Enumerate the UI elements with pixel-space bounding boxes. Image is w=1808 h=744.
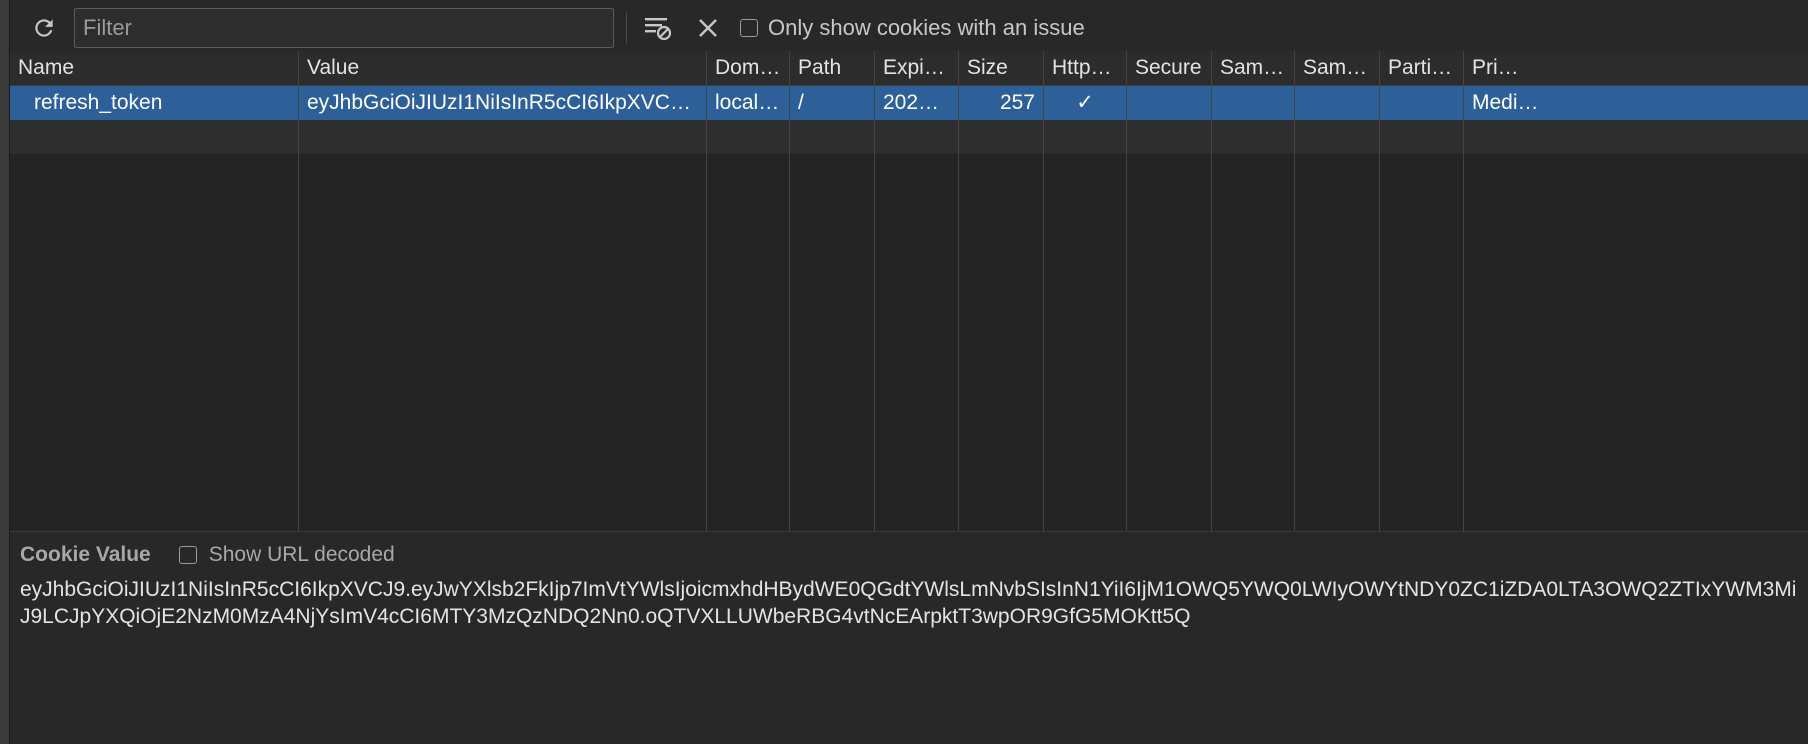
cell-name: refresh_token <box>34 91 163 114</box>
refresh-button[interactable] <box>26 10 62 46</box>
cell-httponly-check: ✓ <box>1076 91 1094 114</box>
issue-filter-toggle[interactable]: Only show cookies with an issue <box>740 12 1085 44</box>
column-divider[interactable] <box>1043 51 1044 531</box>
show-url-decoded-toggle[interactable]: Show URL decoded <box>178 543 395 567</box>
column-header-value[interactable]: Value <box>299 51 706 85</box>
cell-priority: Medi… <box>1472 91 1539 114</box>
issue-filter-checkbox[interactable] <box>740 19 758 37</box>
cookie-value-text[interactable]: eyJhbGciOiJIUzI1NiIsInR5cCI6IkpXVCJ9.eyJ… <box>20 576 1800 630</box>
column-header-partition-key[interactable]: Parti… <box>1380 51 1463 85</box>
refresh-icon <box>35 19 53 37</box>
column-header-size[interactable]: Size <box>959 51 1043 85</box>
cell-secure <box>1127 86 1211 120</box>
column-divider[interactable] <box>789 51 790 531</box>
cell-expires: 2023… <box>883 91 951 114</box>
filter-input[interactable] <box>74 8 614 48</box>
cookies-panel: Only show cookies with an issue Name Val… <box>0 0 1808 744</box>
cell-sameparty <box>1295 86 1379 120</box>
column-header-sameparty[interactable]: Sam… <box>1295 51 1379 85</box>
column-divider[interactable] <box>706 51 707 531</box>
cookie-value-title: Cookie Value <box>20 543 151 566</box>
empty-table-row <box>10 120 1808 154</box>
column-header-priority[interactable]: Pri… <box>1464 51 1548 85</box>
cell-path: / <box>798 91 804 114</box>
column-header-secure[interactable]: Secure <box>1127 51 1211 85</box>
clear-filtered-cookies-button[interactable] <box>638 10 678 46</box>
column-header-samesite[interactable]: Sam… <box>1212 51 1294 85</box>
cell-domain: local… <box>715 91 780 114</box>
delete-cookie-button[interactable] <box>690 10 726 46</box>
toolbar-divider <box>626 12 627 44</box>
column-divider[interactable] <box>1126 51 1127 531</box>
cell-value: eyJhbGciOiJIUzI1NiIsInR5cCI6IkpXVCJ… <box>307 91 702 114</box>
table-header: Name Value Dom… Path Expi… Size Http… Se… <box>10 51 1808 86</box>
column-divider[interactable] <box>1463 51 1464 531</box>
column-divider[interactable] <box>1294 51 1295 531</box>
column-header-name[interactable]: Name <box>10 51 298 85</box>
close-icon <box>699 19 717 37</box>
show-url-decoded-label: Show URL decoded <box>208 543 395 566</box>
cell-partition-key <box>1380 86 1463 120</box>
column-divider[interactable] <box>298 51 299 531</box>
column-header-domain[interactable]: Dom… <box>707 51 789 85</box>
table-row[interactable]: refresh_token eyJhbGciOiJIUzI1NiIsInR5cC… <box>10 86 1808 120</box>
column-divider[interactable] <box>1211 51 1212 531</box>
cookies-table: Name Value Dom… Path Expi… Size Http… Se… <box>10 51 1808 531</box>
filter-clear-icon <box>645 18 672 41</box>
cell-samesite <box>1212 86 1294 120</box>
panel-resize-edge[interactable] <box>0 0 10 744</box>
column-divider[interactable] <box>874 51 875 531</box>
show-url-decoded-checkbox[interactable] <box>178 546 197 564</box>
cookie-value-pane: Cookie Value Show URL decoded eyJhbGciOi… <box>10 531 1808 744</box>
column-header-httponly[interactable]: Http… <box>1044 51 1126 85</box>
column-header-path[interactable]: Path <box>790 51 874 85</box>
column-divider[interactable] <box>958 51 959 531</box>
cookie-value-header: Cookie Value Show URL decoded <box>20 540 395 570</box>
column-header-expires[interactable]: Expi… <box>875 51 958 85</box>
issue-filter-label: Only show cookies with an issue <box>768 15 1085 40</box>
column-divider[interactable] <box>1379 51 1380 531</box>
cell-size: 257 <box>999 91 1035 114</box>
cookies-toolbar: Only show cookies with an issue <box>10 0 1808 56</box>
